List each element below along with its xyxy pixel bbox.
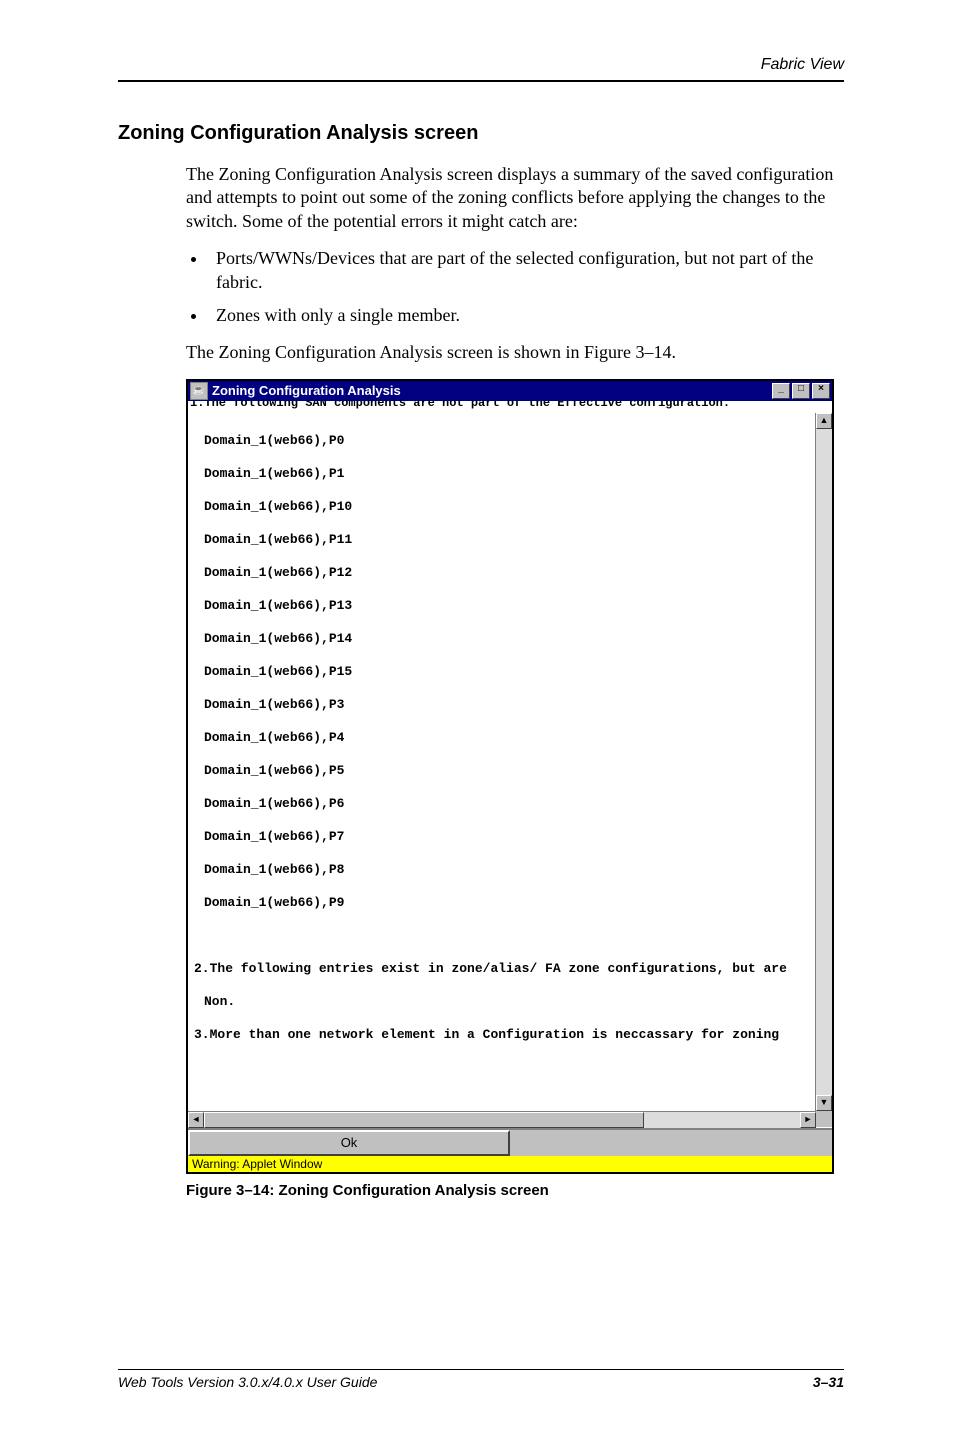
scroll-left-icon[interactable]: ◄ bbox=[188, 1112, 204, 1128]
analysis-line: Domain_1(web66),P14 bbox=[194, 630, 815, 648]
scroll-up-icon[interactable]: ▲ bbox=[816, 413, 832, 429]
section-title: Zoning Configuration Analysis screen bbox=[118, 122, 844, 145]
analysis-line: Domain_1(web66),P1 bbox=[194, 465, 815, 483]
applet-status-bar: Warning: Applet Window bbox=[188, 1156, 832, 1172]
horizontal-scrollbar[interactable]: ◄ ► bbox=[188, 1111, 816, 1128]
scroll-track[interactable] bbox=[816, 429, 832, 1095]
intro-paragraph: The Zoning Configuration Analysis screen… bbox=[186, 163, 844, 233]
minimize-button[interactable]: _ bbox=[772, 383, 790, 399]
analysis-line: Domain_1(web66),P5 bbox=[194, 762, 815, 780]
maximize-button[interactable]: □ bbox=[792, 383, 810, 399]
analysis-line: Domain_1(web66),P6 bbox=[194, 795, 815, 813]
analysis-text-pane: Domain_1(web66),P0 Domain_1(web66),P1 Do… bbox=[188, 413, 816, 1111]
analysis-line: Domain_1(web66),P3 bbox=[194, 696, 815, 714]
close-button[interactable]: × bbox=[812, 383, 830, 399]
analysis-line: Domain_1(web66),P4 bbox=[194, 729, 815, 747]
analysis-window: ☕ Zoning Configuration Analysis _ □ × 1.… bbox=[186, 379, 834, 1174]
scroll-corner bbox=[816, 1111, 832, 1127]
vertical-scrollbar[interactable]: ▲ ▼ bbox=[816, 413, 832, 1111]
scroll-right-icon[interactable]: ► bbox=[800, 1112, 816, 1128]
header-rule bbox=[118, 80, 844, 82]
ok-button[interactable]: Ok bbox=[188, 1130, 510, 1156]
analysis-line: Domain_1(web66),P13 bbox=[194, 597, 815, 615]
java-icon: ☕ bbox=[190, 382, 208, 400]
analysis-msg2: 2.The following entries exist in zone/al… bbox=[194, 960, 815, 978]
analysis-line: Domain_1(web66),P8 bbox=[194, 861, 815, 879]
button-row-spacer bbox=[510, 1130, 832, 1156]
scroll-track[interactable] bbox=[644, 1112, 800, 1128]
scroll-thumb[interactable] bbox=[204, 1112, 644, 1128]
header-breadcrumb: Fabric View bbox=[118, 56, 844, 74]
analysis-blank bbox=[194, 1059, 815, 1077]
bullet-list: Ports/WWNs/Devices that are part of the … bbox=[186, 247, 844, 327]
truncated-top-line: 1.The following SAN components are not p… bbox=[188, 401, 832, 413]
button-row: Ok bbox=[188, 1128, 832, 1156]
footer-rule bbox=[118, 1369, 844, 1370]
list-item: Ports/WWNs/Devices that are part of the … bbox=[208, 247, 844, 294]
page-footer: Web Tools Version 3.0.x/4.0.x User Guide… bbox=[118, 1374, 844, 1390]
scroll-down-icon[interactable]: ▼ bbox=[816, 1095, 832, 1111]
window-titlebar: ☕ Zoning Configuration Analysis _ □ × bbox=[188, 381, 832, 401]
analysis-blank bbox=[194, 927, 815, 945]
analysis-line: Domain_1(web66),P10 bbox=[194, 498, 815, 516]
analysis-line: Domain_1(web66),P15 bbox=[194, 663, 815, 681]
analysis-line: Domain_1(web66),P12 bbox=[194, 564, 815, 582]
footer-guide: Web Tools Version 3.0.x/4.0.x User Guide bbox=[118, 1374, 377, 1390]
analysis-line: Domain_1(web66),P7 bbox=[194, 828, 815, 846]
analysis-line: Domain_1(web66),P11 bbox=[194, 531, 815, 549]
figure-caption: Figure 3–14: Zoning Configuration Analys… bbox=[186, 1182, 844, 1199]
analysis-line: Domain_1(web66),P9 bbox=[194, 894, 815, 912]
analysis-msg2b: Non. bbox=[194, 993, 815, 1011]
lead-out-paragraph: The Zoning Configuration Analysis screen… bbox=[186, 341, 844, 364]
analysis-line: Domain_1(web66),P0 bbox=[194, 432, 815, 450]
window-title: Zoning Configuration Analysis bbox=[212, 383, 772, 398]
footer-page-number: 3–31 bbox=[813, 1374, 844, 1390]
list-item: Zones with only a single member. bbox=[208, 304, 844, 327]
analysis-msg3: 3.More than one network element in a Con… bbox=[194, 1026, 815, 1044]
